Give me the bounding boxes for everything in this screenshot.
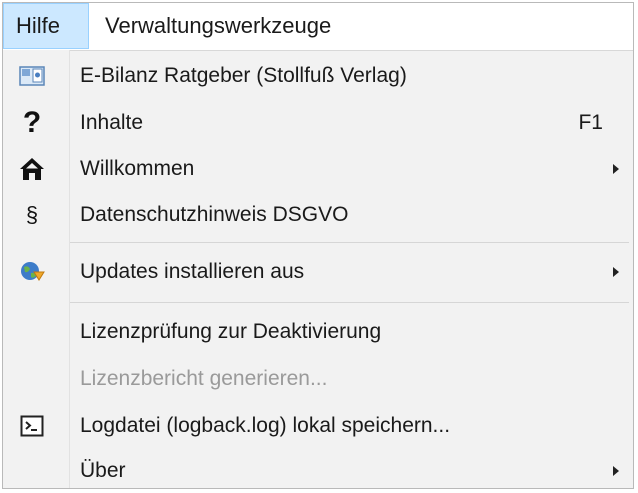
menu-item-datenschutzhinweis[interactable]: § Datenschutzhinweis DSGVO	[3, 192, 633, 238]
menu-separator	[70, 242, 629, 243]
menu-item-ueber[interactable]: Über	[3, 448, 633, 488]
menu-item-label: Inhalte	[80, 111, 144, 134]
menu-item-label: Updates installieren aus	[80, 260, 305, 283]
menu-bar: Hilfe Verwaltungswerkzeuge	[3, 3, 633, 51]
menu-item-label: Logdatei (logback.log) lokal speichern..…	[80, 414, 451, 437]
menubar-item-hilfe[interactable]: Hilfe	[3, 3, 89, 49]
menu-item-logdatei-speichern[interactable]: Logdatei (logback.log) lokal speichern..…	[3, 403, 633, 449]
menu-window: Hilfe Verwaltungswerkzeuge E-Bilanz Ratg…	[2, 2, 634, 489]
home-icon	[17, 154, 47, 184]
book-icon	[17, 61, 47, 91]
submenu-arrow-icon	[613, 267, 619, 277]
menu-item-label: Lizenzprüfung zur Deaktivierung	[80, 320, 382, 343]
menu-item-label: Willkommen	[80, 157, 195, 180]
menu-separator	[70, 302, 629, 303]
section-sign-icon: §	[25, 202, 39, 227]
menu-item-label: Lizenzbericht generieren...	[80, 367, 328, 390]
menu-item-label: E-Bilanz Ratgeber (Stollfuß Verlag)	[80, 64, 407, 87]
submenu-arrow-icon	[613, 164, 619, 174]
menu-item-updates-installieren[interactable]: Updates installieren aus	[3, 249, 633, 295]
menubar-item-verwaltungswerkzeuge[interactable]: Verwaltungswerkzeuge	[93, 3, 343, 49]
menu-item-willkommen[interactable]: Willkommen	[3, 146, 633, 192]
submenu-arrow-icon	[613, 466, 619, 476]
menu-item-shortcut: F1	[578, 111, 603, 134]
hilfe-dropdown-menu: E-Bilanz Ratgeber (Stollfuß Verlag) ? In…	[3, 50, 633, 488]
menu-item-inhalte[interactable]: ? Inhalte F1	[3, 100, 633, 146]
menu-item-e-bilanz-ratgeber[interactable]: E-Bilanz Ratgeber (Stollfuß Verlag)	[3, 53, 633, 99]
menu-item-lizenzbericht: Lizenzbericht generieren...	[3, 356, 633, 402]
question-mark-icon: ?	[22, 106, 42, 139]
menu-item-lizenzpruefung[interactable]: Lizenzprüfung zur Deaktivierung	[3, 309, 633, 355]
menu-item-label: Über	[80, 459, 126, 482]
globe-update-icon	[17, 257, 47, 287]
menu-item-label: Datenschutzhinweis DSGVO	[80, 203, 349, 226]
console-icon	[17, 411, 47, 441]
